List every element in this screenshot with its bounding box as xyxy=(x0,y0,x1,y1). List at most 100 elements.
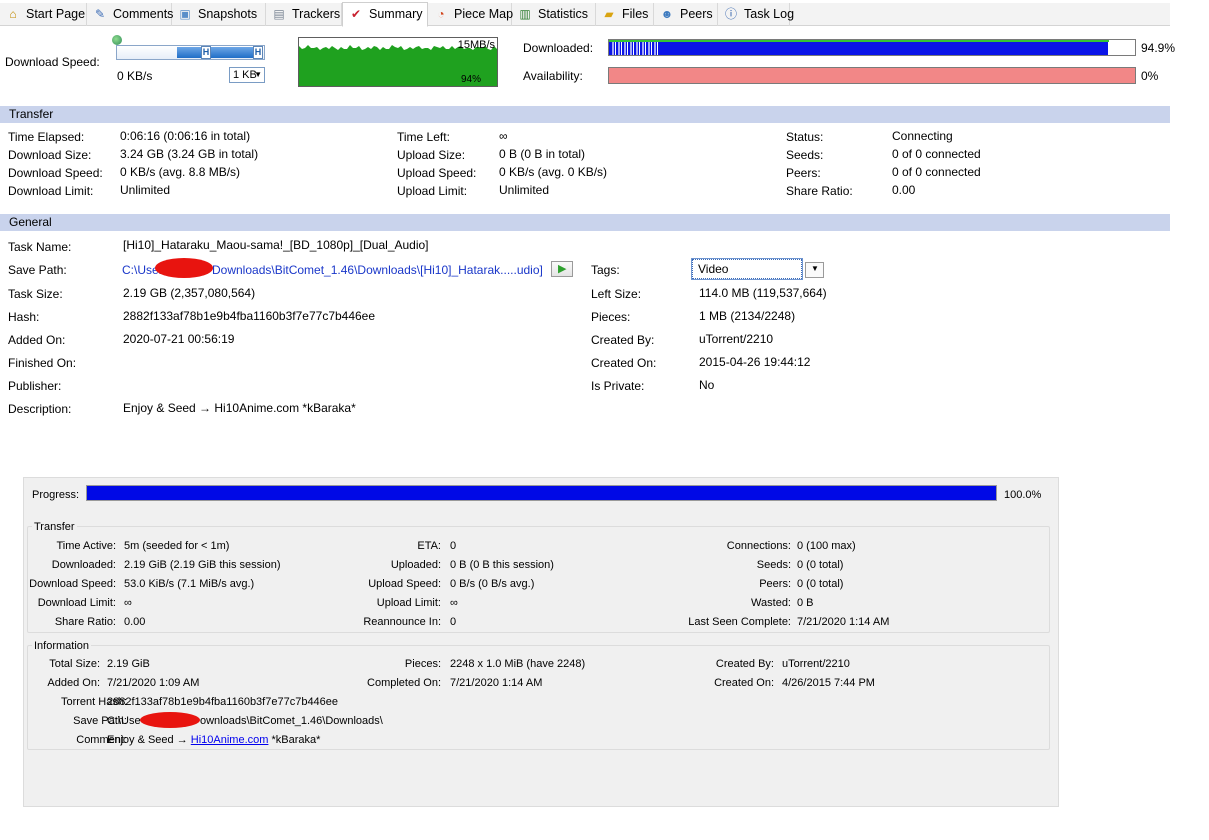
general-field-value: 2.19 GB (2,357,080,564) xyxy=(123,286,256,300)
general-field-value: 2882f133af78b1e9b4fba1160b3f7e77c7b446ee xyxy=(123,309,376,323)
transfer-field-label: Upload Size: xyxy=(397,148,466,162)
speed-limit-slider[interactable]: H H xyxy=(116,45,265,60)
qb-info-field-label: Created By: xyxy=(715,658,774,670)
progress-label: Progress: xyxy=(32,489,80,501)
tags-input[interactable]: Video xyxy=(691,258,803,280)
open-folder-button[interactable]: ▶ xyxy=(551,261,573,277)
qb-info-field-label: Completed On: xyxy=(367,677,441,689)
qb-transfer-field-value: 0 B/s (0 B/s avg.) xyxy=(450,578,535,590)
qb-transfer-field-value: 0 xyxy=(450,540,457,552)
tags-dropdown-button[interactable]: ▼ xyxy=(805,262,824,278)
qb-transfer-field-value: 0.00 xyxy=(124,616,146,628)
availability-bar xyxy=(608,67,1136,84)
tab-trackers[interactable]: ▤ Trackers xyxy=(266,3,342,26)
chevron-down-icon: ▼ xyxy=(811,264,819,273)
summary-icon: ✔ xyxy=(350,7,362,21)
tags-value: Video xyxy=(698,262,729,276)
qb-transfer-field-value: 0 xyxy=(450,616,457,628)
qb-transfer-field-label: Seeds: xyxy=(756,559,791,571)
transfer-field-value: 0 of 0 connected xyxy=(892,147,981,161)
downloaded-stripes xyxy=(610,40,660,55)
task-name-value: [Hi10]_Hataraku_Maou-sama!_[BD_1080p]_[D… xyxy=(123,238,429,252)
tab-label: Task Log xyxy=(744,7,795,21)
tab-statistics[interactable]: ▥ Statistics xyxy=(512,3,596,26)
progress-bar-fill xyxy=(87,486,996,500)
qb-transfer-field-value: 53.0 KiB/s (7.1 MiB/s avg.) xyxy=(124,578,255,590)
play-icon: ▶ xyxy=(558,263,567,275)
qb-info-field-value: uTorrent/2210 xyxy=(782,658,850,670)
slider-marker-icon[interactable] xyxy=(112,35,122,45)
progress-percent: 100.0% xyxy=(1004,489,1042,501)
tab-label: Piece Map xyxy=(454,7,514,21)
transfer-field-label: Time Left: xyxy=(397,130,450,144)
peers-icon: ☻ xyxy=(660,7,674,21)
general-field-label: Created By: xyxy=(591,333,655,347)
tab-label: Comments xyxy=(113,7,174,21)
tab-peers[interactable]: ☻ Peers xyxy=(654,3,718,26)
transfer-field-label: Upload Limit: xyxy=(397,184,468,198)
chevron-down-icon: ▼ xyxy=(254,70,262,79)
general-field-label: Left Size: xyxy=(591,287,642,301)
tab-start-page[interactable]: ⌂ Start Page xyxy=(0,3,87,26)
save-path-label: Save Path: xyxy=(8,263,67,277)
transfer-field-value: 0:06:16 (0:06:16 in total) xyxy=(120,129,251,143)
save-path-link-end[interactable]: Downloads\BitComet_1.46\Downloads\[Hi10]… xyxy=(212,263,543,277)
general-field-label: Task Size: xyxy=(8,287,63,301)
qb-transfer-field-value: 2.19 GiB (2.19 GiB this session) xyxy=(124,559,281,571)
current-speed: 0 KB/s xyxy=(117,69,153,83)
tab-label: Peers xyxy=(680,7,713,21)
general-field-value: No xyxy=(699,378,715,392)
qb-save-path-start: C:\Use xyxy=(107,715,141,727)
tab-task-log[interactable]: ⓘ Task Log xyxy=(718,3,794,26)
transfer-field-value: 0 B (0 B in total) xyxy=(499,147,586,161)
transfer-field-value: 0 KB/s (avg. 8.8 MB/s) xyxy=(120,165,241,179)
transfer-field-label: Share Ratio: xyxy=(786,184,853,198)
speed-graph: 15MB/s 94% xyxy=(298,37,498,87)
tab-summary[interactable]: ✔ Summary xyxy=(342,2,428,27)
tab-label: Files xyxy=(622,7,649,21)
transfer-field-label: Seeds: xyxy=(786,148,824,162)
qb-transfer-field-label: ETA: xyxy=(417,540,441,552)
comments-icon: ✎ xyxy=(94,7,106,21)
transfer-section-header: Transfer xyxy=(0,106,1170,123)
tab-piece-map[interactable]: ◔ Piece Map xyxy=(428,3,514,26)
general-field-label: Is Private: xyxy=(591,379,645,393)
downloaded-bar-fill xyxy=(609,40,1109,55)
tab-comments[interactable]: ✎ Comments xyxy=(87,3,174,26)
tab-label: Statistics xyxy=(538,7,589,21)
transfer-field-label: Peers: xyxy=(786,166,821,180)
general-field-label: Added On: xyxy=(8,333,66,347)
general-field-label: Description: xyxy=(8,402,72,416)
qb-transfer-field-label: Peers: xyxy=(759,578,791,590)
graph-percent-label: 94% xyxy=(460,74,481,85)
general-section-header: General xyxy=(0,214,1170,231)
qb-transfer-field-label: Last Seen Complete: xyxy=(688,616,791,628)
comment-link[interactable]: Hi10Anime.com xyxy=(191,734,269,746)
general-field-value: 2020-07-21 00:56:19 xyxy=(123,332,235,346)
qb-transfer-field-label: Wasted: xyxy=(751,597,791,609)
graph-max-label: 15MB/s xyxy=(457,39,495,51)
general-field-label: Created On: xyxy=(591,356,657,370)
transfer-field-value: 0.00 xyxy=(892,183,916,197)
qb-transfer-field-label: Share Ratio: xyxy=(54,616,116,628)
qb-transfer-field-value: 0 (100 max) xyxy=(797,540,856,552)
qb-info-field-value: 2248 x 1.0 MiB (have 2248) xyxy=(450,658,586,670)
qbittorrent-general-panel: Progress: 100.0% Transfer Time Active: 5m… xyxy=(23,477,1059,807)
tab-label: Summary xyxy=(369,7,423,21)
transfer-field-value: Connecting xyxy=(892,129,953,143)
start-page-icon: ⌂ xyxy=(9,7,17,21)
general-field-value: Enjoy & Seed → Hi10Anime.com *kBaraka* xyxy=(123,401,356,415)
qb-info-field-value: 7/21/2020 1:09 AM xyxy=(107,677,200,689)
statistics-icon: ▥ xyxy=(519,7,531,21)
general-field-label: Pieces: xyxy=(591,310,631,324)
tab-files[interactable]: ▰ Files xyxy=(596,3,654,26)
speed-limit-select[interactable]: 1 KB ▼ xyxy=(229,67,265,83)
tab-label: Start Page xyxy=(26,7,86,21)
availability-percent: 0% xyxy=(1141,69,1159,83)
qb-transfer-field-value: 5m (seeded for < 1m) xyxy=(124,540,230,552)
information-group-title: Information xyxy=(32,640,92,652)
tab-snapshots[interactable]: ▣ Snapshots xyxy=(172,3,266,26)
snapshots-icon: ▣ xyxy=(179,7,191,21)
transfer-field-value: Unlimited xyxy=(499,183,550,197)
files-icon: ▰ xyxy=(604,7,614,21)
